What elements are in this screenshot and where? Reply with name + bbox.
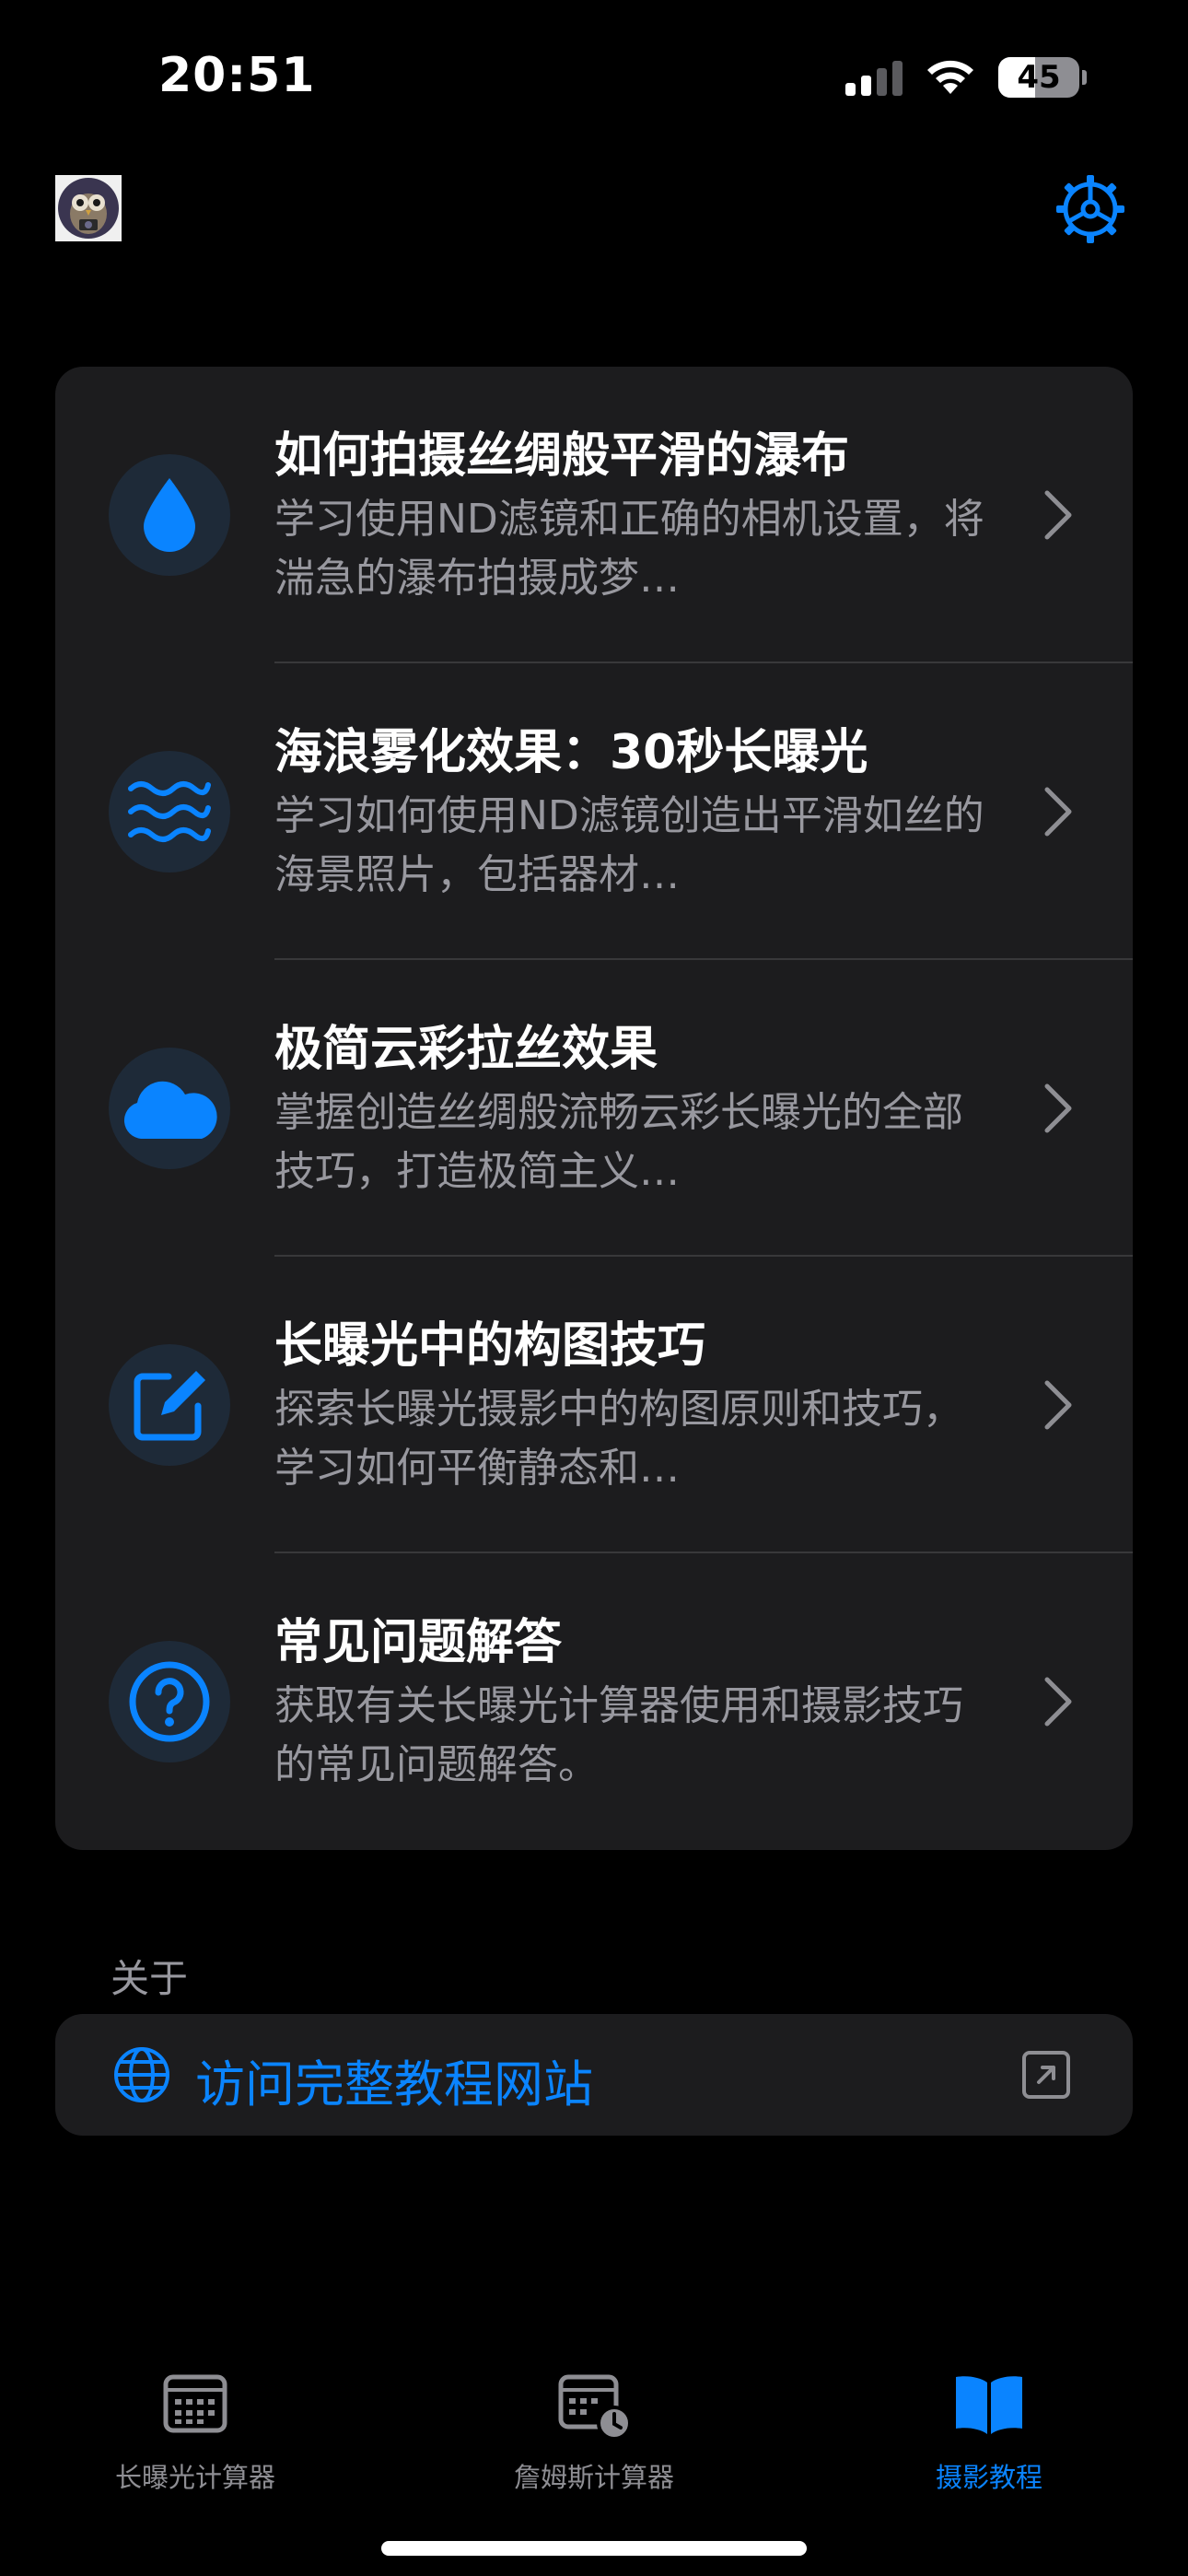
tutorial-row-ocean-waves[interactable]: 海浪雾化效果：30秒长曝光 学习如何使用ND滤镜创造出平滑如丝的海景照片，包括器… [55,663,1133,960]
tutorial-title: 常见问题解答 [274,1615,563,1670]
tutorial-row-waterfall[interactable]: 如何拍摄丝绸般平滑的瀑布 学习使用ND滤镜和正确的相机设置，将湍急的瀑布拍摄成梦… [55,367,1133,663]
tutorial-title: 海浪雾化效果：30秒长曝光 [274,725,868,780]
tutorial-row-faq[interactable]: 常见问题解答 获取有关长曝光计算器使用和摄影技巧的常见问题解答。 [55,1553,1133,1850]
tutorial-title: 极简云彩拉丝效果 [274,1022,658,1077]
chevron-right-icon [1044,1677,1072,1727]
water-drop-icon [109,454,230,576]
tutorial-list: 如何拍摄丝绸般平滑的瀑布 学习使用ND滤镜和正确的相机设置，将湍急的瀑布拍摄成梦… [55,367,1133,1850]
status-time: 20:51 [158,48,316,103]
tutorial-description: 获取有关长曝光计算器使用和摄影技巧的常见问题解答。 [274,1682,963,1788]
tab-exposure-calculator[interactable]: 长曝光计算器 [11,2368,379,2495]
section-label-about: 关于 [111,1956,189,2001]
external-link-icon [1022,2051,1070,2099]
tutorial-description: 掌握创造丝绸般流畅云彩长曝光的全部技巧，打造极简主义… [274,1089,963,1195]
calculator-icon [163,2374,227,2433]
wifi-icon [927,60,973,94]
tab-label: 摄影教程 [935,2462,1042,2493]
cellular-signal-icon [845,59,903,96]
square-pen-icon [109,1344,230,1466]
calculator-clock-icon [558,2374,631,2441]
status-indicators: 45 [845,57,1087,98]
tab-label: 长曝光计算器 [114,2462,275,2493]
chevron-right-icon [1044,1380,1072,1430]
battery-icon: 45 [998,57,1079,98]
owl-photographer-avatar[interactable] [55,175,122,241]
tutorial-description: 学习如何使用ND滤镜创造出平滑如丝的海景照片，包括器材… [274,792,984,898]
tutorial-row-clouds[interactable]: 极简云彩拉丝效果 掌握创造丝绸般流畅云彩长曝光的全部技巧，打造极简主义… [55,960,1133,1257]
website-link-label: 访问完整教程网站 [195,2055,593,2113]
book-icon [956,2376,1022,2434]
home-indicator[interactable] [381,2541,807,2556]
tutorial-row-composition[interactable]: 长曝光中的构图技巧 探索长曝光摄影中的构图原则和技巧，学习如何平衡静态和… [55,1257,1133,1553]
cloud-icon [109,1048,230,1169]
website-link-button[interactable]: 访问完整教程网站 [55,2014,1133,2136]
tutorials-screen: 20:51 45 如何拍摄丝绸般平滑的瀑布 学习使用ND滤镜和正确的相机设置，将… [0,0,1188,2576]
tutorial-description: 学习使用ND滤镜和正确的相机设置，将湍急的瀑布拍摄成梦… [274,496,984,602]
tutorial-title: 长曝光中的构图技巧 [274,1318,706,1374]
globe-icon [114,2047,169,2102]
waves-icon [109,751,230,872]
question-circle-icon [109,1641,230,1762]
battery-level: 45 [1017,59,1061,96]
tab-label: 詹姆斯计算器 [513,2462,674,2493]
chevron-right-icon [1044,1083,1072,1133]
gear-icon[interactable] [1054,172,1127,246]
tutorial-description: 探索长曝光摄影中的构图原则和技巧，学习如何平衡静态和… [274,1386,963,1492]
chevron-right-icon [1044,490,1072,540]
tab-photography-tutorials[interactable]: 摄影教程 [805,2368,1173,2495]
tutorial-title: 如何拍摄丝绸般平滑的瀑布 [274,428,850,484]
chevron-right-icon [1044,787,1072,837]
tab-james-calculator[interactable]: 詹姆斯计算器 [410,2368,778,2495]
